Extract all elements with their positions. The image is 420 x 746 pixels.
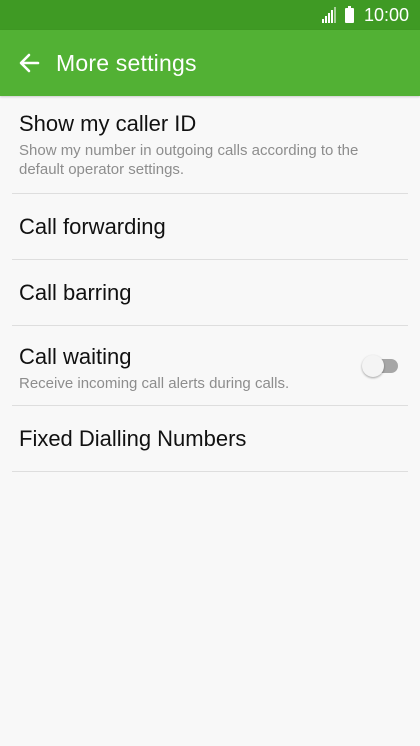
setting-label: Call barring bbox=[19, 280, 132, 305]
setting-description: Show my number in outgoing calls accordi… bbox=[19, 142, 359, 178]
battery-icon bbox=[344, 5, 354, 23]
toggle-knob bbox=[362, 355, 384, 377]
call-waiting-toggle[interactable] bbox=[362, 355, 398, 377]
page-title: More settings bbox=[56, 49, 197, 76]
status-bar: 10:00 bbox=[0, 0, 420, 30]
setting-show-caller-id[interactable]: Show my caller ID Show my number in outg… bbox=[12, 96, 408, 194]
signal-icon bbox=[321, 7, 336, 23]
setting-call-waiting[interactable]: Call waiting Receive incoming call alert… bbox=[12, 326, 408, 406]
setting-label: Fixed Dialling Numbers bbox=[19, 426, 247, 451]
setting-label: Show my caller ID bbox=[19, 111, 197, 136]
settings-list: Show my caller ID Show my number in outg… bbox=[0, 96, 420, 472]
setting-fixed-dialling-numbers[interactable]: Fixed Dialling Numbers bbox=[12, 406, 408, 472]
setting-description: Receive incoming call alerts during call… bbox=[19, 375, 290, 392]
setting-label: Call waiting bbox=[19, 344, 132, 369]
app-bar: More settings bbox=[0, 30, 420, 96]
status-time: 10:00 bbox=[363, 5, 409, 25]
setting-call-forwarding[interactable]: Call forwarding bbox=[12, 194, 408, 260]
setting-call-barring[interactable]: Call barring bbox=[12, 260, 408, 326]
back-arrow-icon[interactable] bbox=[16, 50, 42, 76]
setting-label: Call forwarding bbox=[19, 214, 166, 239]
